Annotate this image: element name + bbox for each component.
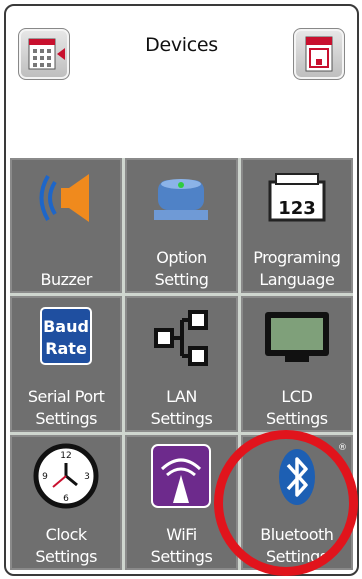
registered-mark: ® <box>338 442 347 453</box>
tile-label: Clock Settings <box>35 524 97 566</box>
tile-bluetooth-settings[interactable]: ® Bluetooth Settings <box>240 434 353 570</box>
device-menu-grid: Buzzer Option Setting 123 Programing Langu… <box>10 158 353 570</box>
tile-label: Serial Port Settings <box>27 386 105 428</box>
tile-label: Programing Language <box>253 248 341 290</box>
devices-screen: Devices Buzzer Option Setting 123 Progra… <box>4 4 359 576</box>
clock-icon: 12 3 6 9 <box>33 443 99 509</box>
network-icon <box>154 310 209 367</box>
baud-text: Baud <box>43 317 89 336</box>
tile-serial-port-settings[interactable]: Baud Rate Serial Port Settings <box>10 296 123 432</box>
speaker-icon <box>39 174 90 222</box>
tile-buzzer[interactable]: Buzzer <box>10 158 123 294</box>
printer-icon <box>305 36 333 72</box>
tile-clock-settings[interactable]: 12 3 6 9 Clock Settings <box>10 434 123 570</box>
tile-wifi-settings[interactable]: WiFi Settings <box>125 434 238 570</box>
tile-label: Buzzer <box>40 270 92 290</box>
tile-lcd-settings[interactable]: LCD Settings <box>240 296 353 432</box>
tile-label: Option Setting <box>154 248 209 290</box>
wifi-icon <box>151 443 212 508</box>
clock-num-3: 3 <box>84 472 90 482</box>
bluetooth-icon <box>278 448 315 505</box>
tile-label: LCD Settings <box>266 386 328 428</box>
tile-label: WiFi Settings <box>150 524 213 566</box>
clock-num-12: 12 <box>60 451 71 461</box>
printer-label-icon: 123 <box>268 173 326 222</box>
clock-num-9: 9 <box>42 472 48 482</box>
tile-label: Bluetooth Settings <box>260 524 334 566</box>
printer-label-text: 123 <box>278 198 316 219</box>
tile-programing-language[interactable]: 123 Programing Language <box>240 158 353 294</box>
baud-rate-icon: Baud Rate <box>40 307 93 366</box>
tile-label: LAN Settings <box>150 386 213 428</box>
clock-num-6: 6 <box>63 494 69 504</box>
rate-text: Rate <box>45 339 87 358</box>
tile-option-setting[interactable]: Option Setting <box>125 158 238 294</box>
tile-lan-settings[interactable]: LAN Settings <box>125 296 238 432</box>
option-device-icon <box>154 179 209 220</box>
printer-button[interactable] <box>293 28 345 80</box>
monitor-icon <box>264 312 329 363</box>
